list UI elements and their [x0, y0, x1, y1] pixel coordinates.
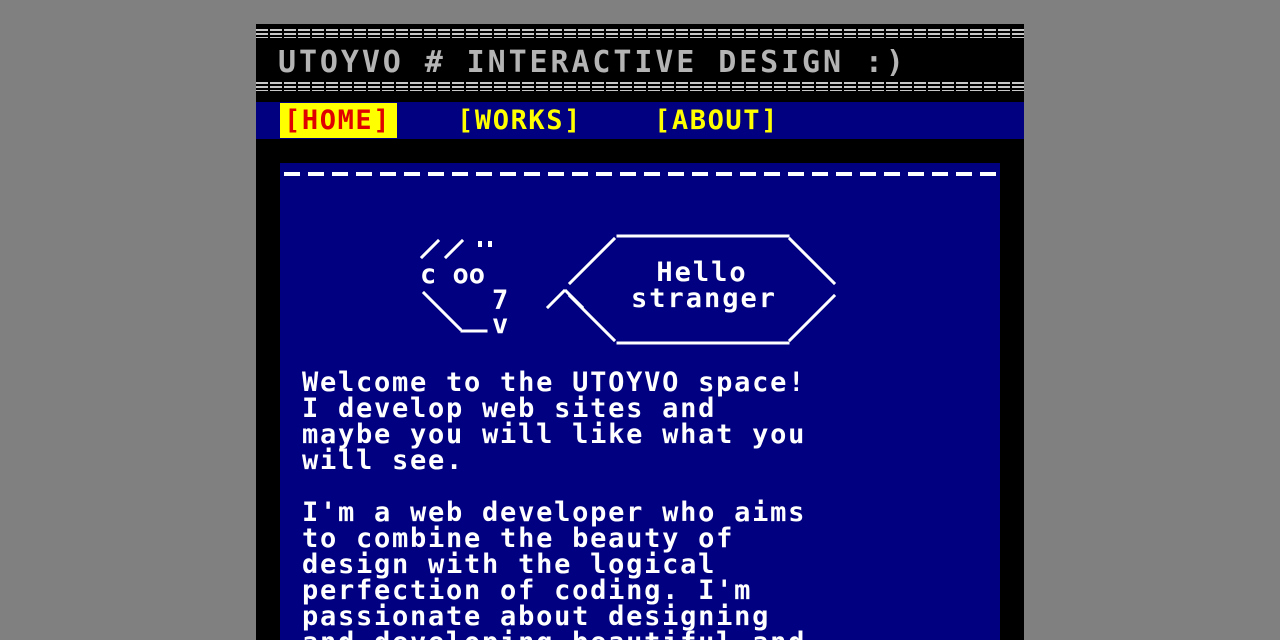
nav-works-link[interactable]: [WORKS]	[457, 103, 582, 138]
content-panel: c oo 7 v Hello stranger Welcome to the U…	[280, 163, 1000, 640]
face-eyes: c oo	[420, 259, 485, 290]
face-mouth: v	[492, 309, 508, 340]
header-top-rule	[256, 29, 1024, 38]
dashed-divider	[284, 172, 998, 176]
ascii-art-svg: c oo 7 v Hello stranger	[420, 234, 837, 345]
welcome-paragraph: Welcome to the UTOYVO space! I develop w…	[302, 367, 807, 476]
face-eyebrow-dot	[478, 241, 482, 247]
bubble-pointer-stroke	[545, 288, 567, 310]
page-frame: UTOYVO # INTERACTIVE DESIGN :) [HOME] [W…	[256, 24, 1024, 640]
face-hair-stroke	[443, 238, 465, 260]
face-eyebrow-dot	[488, 241, 492, 247]
site-title: UTOYVO # INTERACTIVE DESIGN :)	[278, 45, 907, 80]
face-hair-stroke	[420, 238, 441, 260]
intro-paragraph: I'm a web developer who aims to combine …	[302, 497, 807, 640]
main-nav: [HOME] [WORKS] [ABOUT]	[256, 102, 1024, 139]
bubble-lower-left-edge	[567, 293, 617, 343]
bubble-upper-right-edge	[787, 236, 837, 286]
nav-home-link[interactable]: [HOME]	[280, 103, 398, 138]
bubble-lower-right-edge	[787, 293, 837, 343]
bubble-upper-left-edge	[567, 236, 617, 286]
face-chin-stroke	[421, 290, 463, 332]
nav-about-link[interactable]: [ABOUT]	[654, 103, 779, 138]
header-bottom-rule	[256, 82, 1024, 91]
site-header: UTOYVO # INTERACTIVE DESIGN :)	[256, 24, 1024, 100]
ascii-greeting-art: c oo 7 v Hello stranger	[420, 229, 860, 349]
bubble-text-line2: stranger	[631, 283, 777, 314]
